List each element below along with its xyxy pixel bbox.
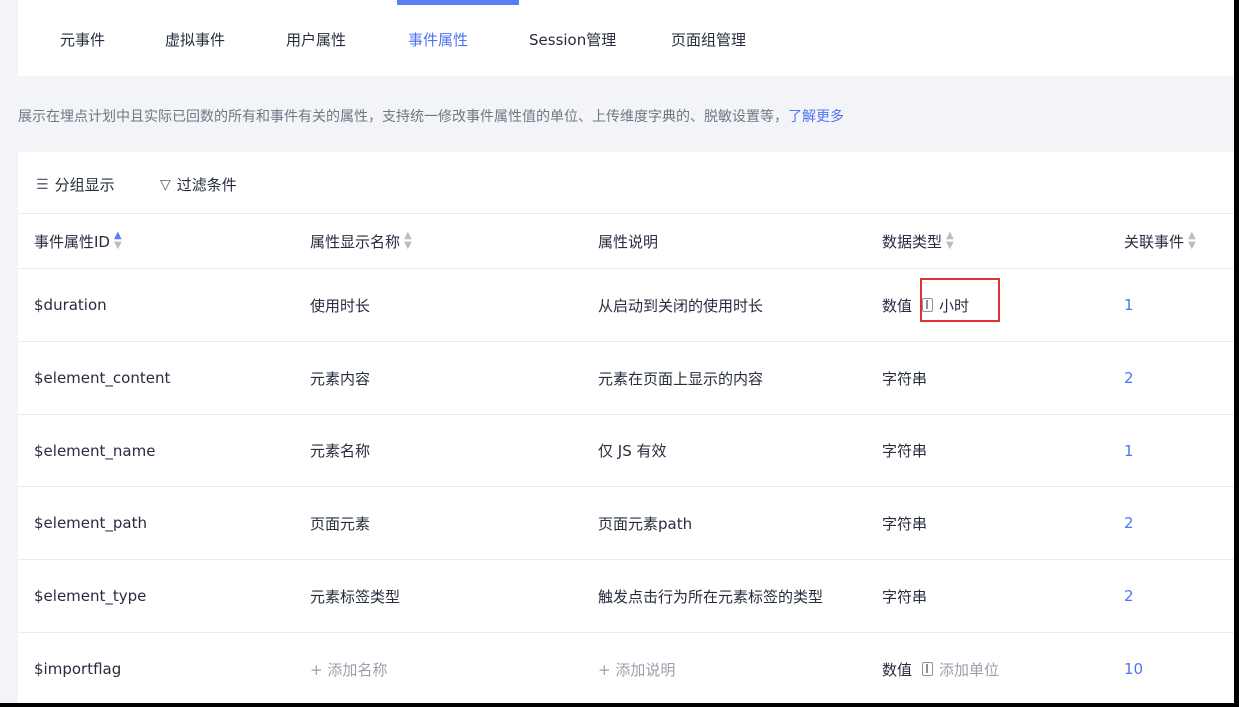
column-header-related-events[interactable]: 关联事件 ▲ ▼ [1124,214,1234,268]
add-unit-button[interactable]: 添加单位 [939,659,999,680]
add-description-button[interactable]: + 添加说明 [598,633,830,705]
column-header-id[interactable]: 事件属性ID ▲ ▼ [34,214,294,268]
property-data-type: 数值 小时 [882,295,970,316]
property-description[interactable]: 仅 JS 有效 [598,415,830,486]
column-header-description: 属性说明 [598,232,659,251]
table-row[interactable]: $element_name 元素名称 仅 JS 有效 字符串 1 [18,415,1234,487]
sort-icon[interactable]: ▲ ▼ [946,231,954,251]
group-display-label: 分组显示 [54,176,115,194]
window-frame-right [1234,0,1239,707]
property-id: $importflag [34,660,122,678]
sort-icon[interactable]: ▲ ▼ [114,231,122,251]
property-data-type: 字符串 [882,442,928,460]
filter-label: 过滤条件 [176,176,237,194]
property-description[interactable]: 触发点击行为所在元素标签的类型 [598,560,830,632]
property-display-name[interactable]: 元素标签类型 [310,560,580,632]
related-events-count[interactable]: 2 [1124,487,1234,559]
property-data-type: 字符串 [882,587,928,606]
table-row[interactable]: $element_content 元素内容 元素在页面上显示的内容 字符串 2 [18,342,1234,415]
tab-event-properties[interactable]: 事件属性 [408,28,468,52]
top-tab-bar: 元事件 虚拟事件 用户属性 事件属性 Session管理 页面组管理 [18,0,1234,76]
column-header-data-type[interactable]: 数据类型 ▲ ▼ [882,214,1102,268]
description-text: 展示在埋点计划中且实际已回数的所有和事件有关的属性，支持统一修改事件属性值的单位… [18,109,788,125]
unit-value[interactable]: 小时 [939,295,969,316]
table-row[interactable]: $element_type 元素标签类型 触发点击行为所在元素标签的类型 字符串… [18,560,1234,633]
filter-button[interactable]: ▽ 过滤条件 [160,174,237,196]
property-display-name[interactable]: 使用时长 [310,269,580,341]
sort-icon[interactable]: ▲ ▼ [404,231,412,251]
property-description[interactable]: 页面元素path [598,487,830,559]
tab-user-properties[interactable]: 用户属性 [286,28,346,52]
property-description[interactable]: 从启动到关闭的使用时长 [598,269,830,341]
page-description: 展示在埋点计划中且实际已回数的所有和事件有关的属性，支持统一修改事件属性值的单位… [18,106,844,128]
sort-icon[interactable]: ▲ ▼ [1188,231,1196,251]
group-display-button[interactable]: ☰ 分组显示 [36,174,115,196]
tab-virtual-events[interactable]: 虚拟事件 [165,28,225,52]
column-header-display-name[interactable]: 属性显示名称 ▲ ▼ [310,214,580,268]
filter-icon: ▽ [160,177,171,193]
property-data-type: 字符串 [882,369,928,388]
add-name-button[interactable]: + 添加名称 [310,633,580,705]
property-id: $element_path [34,514,147,532]
property-id: $element_content [34,369,171,387]
related-events-count[interactable]: 2 [1124,560,1234,632]
related-events-count[interactable]: 10 [1124,633,1234,705]
unit-icon [922,298,934,312]
window-frame-bottom [0,703,1239,707]
property-data-type: 字符串 [882,514,928,533]
tab-session-management[interactable]: Session管理 [529,28,616,52]
related-events-count[interactable]: 1 [1124,415,1234,486]
property-id: $element_type [34,587,147,605]
property-description[interactable]: 元素在页面上显示的内容 [598,342,830,414]
learn-more-link[interactable]: 了解更多 [788,109,844,125]
property-display-name[interactable]: 页面元素 [310,487,580,559]
tab-page-group-management[interactable]: 页面组管理 [671,28,746,52]
unit-icon [922,662,934,676]
tab-meta-events[interactable]: 元事件 [60,28,105,52]
property-data-type: 数值 添加单位 [882,659,1000,680]
table-row[interactable]: $element_path 页面元素 页面元素path 字符串 2 [18,487,1234,560]
related-events-count[interactable]: 2 [1124,342,1234,414]
event-properties-panel: ☰ 分组显示 ▽ 过滤条件 事件属性ID ▲ ▼ 属性显示名称 ▲ ▼ 属性说明 数… [18,152,1234,703]
table-row[interactable]: $importflag + 添加名称 + 添加说明 数值 添加单位 10 [18,633,1234,705]
property-id: $element_name [34,441,156,460]
table-row[interactable]: $duration 使用时长 从启动到关闭的使用时长 数值 小时 1 [18,269,1234,342]
list-icon: ☰ [36,177,49,193]
table-header: 事件属性ID ▲ ▼ 属性显示名称 ▲ ▼ 属性说明 数据类型 ▲ ▼ 关联事件 ▲ ▼ [18,214,1234,269]
property-id: $duration [34,296,107,314]
property-display-name[interactable]: 元素内容 [310,342,580,414]
related-events-count[interactable]: 1 [1124,269,1234,341]
active-tab-indicator [397,0,519,5]
property-display-name[interactable]: 元素名称 [310,415,580,486]
